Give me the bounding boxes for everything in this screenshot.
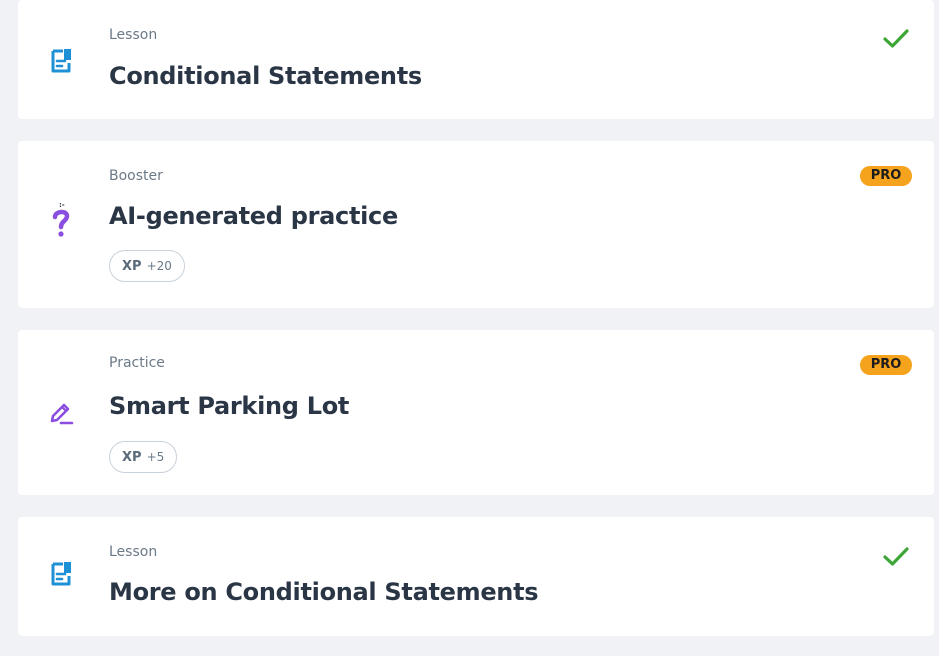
xp-badge: XP +5 [109, 441, 178, 473]
lesson-document-icon [49, 47, 75, 75]
item-title[interactable]: More on Conditional Statements [109, 578, 539, 606]
checkmark-icon [880, 22, 912, 54]
item-type-label: Lesson [109, 544, 158, 560]
booster-card[interactable]: :- Booster AI-generated practice XP +20 … [18, 141, 934, 308]
xp-value: +5 [146, 450, 165, 464]
lesson-document-icon [49, 560, 75, 588]
lesson-card[interactable]: Lesson Conditional Statements [18, 0, 934, 119]
item-type-label: Booster [109, 168, 163, 184]
xp-label: XP [122, 449, 142, 465]
lesson-card[interactable]: Lesson More on Conditional Statements [18, 517, 934, 636]
pencil-icon [49, 399, 75, 427]
item-type-label: Lesson [109, 27, 158, 43]
pro-badge: PRO [860, 355, 912, 375]
item-title[interactable]: Smart Parking Lot [109, 392, 349, 420]
svg-text::-: :- [59, 201, 65, 209]
item-type-label: Practice [109, 355, 165, 371]
xp-badge: XP +20 [109, 250, 185, 282]
xp-value: +20 [146, 259, 172, 273]
question-mark-icon: :- [49, 201, 75, 237]
item-title[interactable]: Conditional Statements [109, 62, 422, 90]
item-title[interactable]: AI-generated practice [109, 202, 398, 230]
pro-badge: PRO [860, 166, 912, 186]
practice-card[interactable]: Practice Smart Parking Lot XP +5 PRO [18, 330, 934, 495]
xp-label: XP [122, 258, 142, 274]
checkmark-icon [880, 540, 912, 572]
